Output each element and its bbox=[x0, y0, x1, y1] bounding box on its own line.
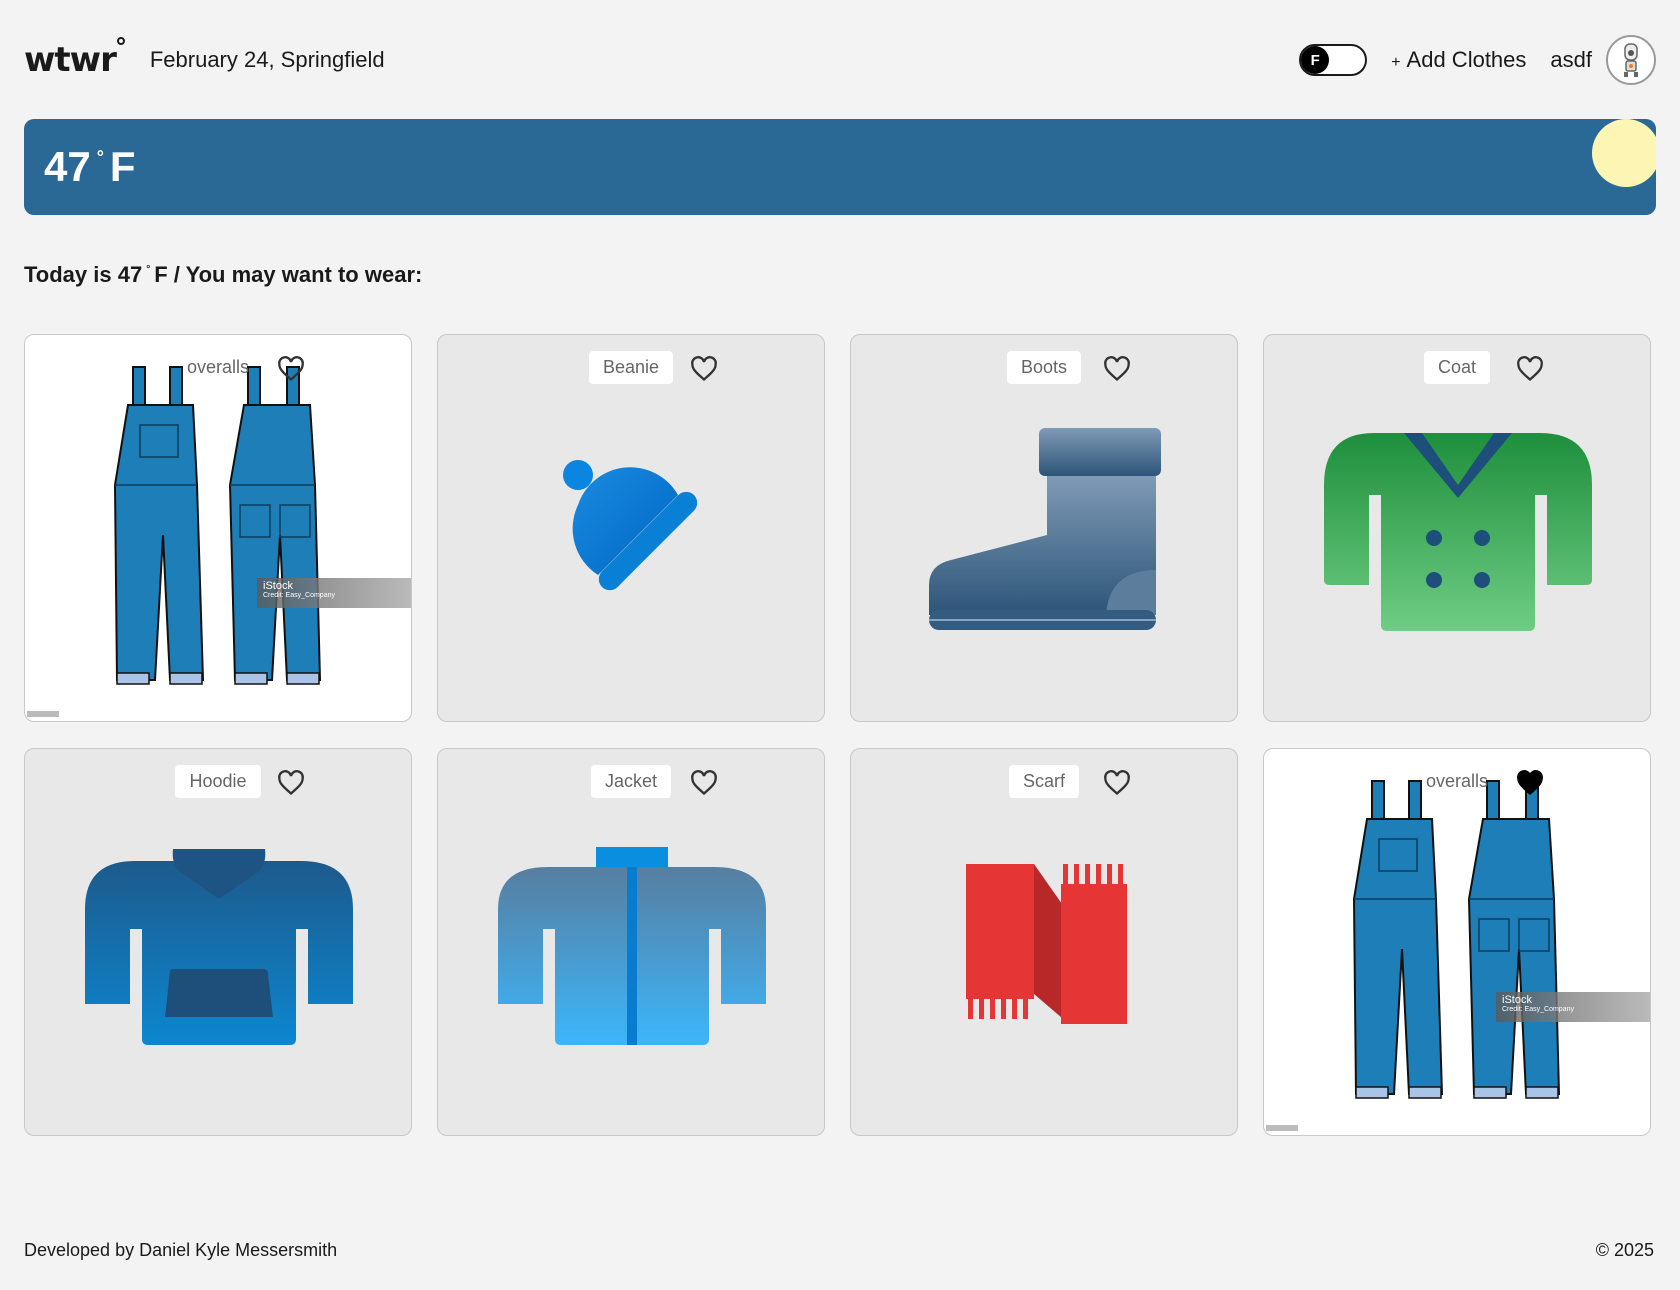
card-label: Hoodie bbox=[175, 765, 261, 798]
add-clothes-button[interactable]: + Add Clothes bbox=[1391, 47, 1526, 73]
recommendation-title: Today is 47 ° F / You may want to wear: bbox=[24, 262, 422, 288]
username[interactable]: asdf bbox=[1550, 47, 1592, 73]
card-label: overalls bbox=[1425, 771, 1489, 791]
clothing-card[interactable]: iStock Credit: Easy_Company overalls bbox=[1263, 748, 1651, 1136]
card-label-row: Coat bbox=[1264, 351, 1650, 384]
heart-icon[interactable] bbox=[1516, 355, 1544, 383]
coat-icon bbox=[1324, 433, 1592, 631]
card-label-row: Boots bbox=[851, 351, 1237, 384]
footer-copyright: © 2025 bbox=[1595, 1240, 1654, 1260]
card-label-row: Beanie bbox=[438, 351, 824, 384]
card-label: Coat bbox=[1423, 351, 1491, 384]
sun-icon bbox=[1592, 119, 1656, 187]
card-label: Jacket bbox=[590, 765, 672, 798]
temp-unit: F bbox=[109, 143, 136, 190]
logo-text: wtwr bbox=[24, 40, 117, 80]
logo[interactable]: wtwr bbox=[24, 37, 125, 80]
scarf-icon bbox=[966, 864, 1127, 1024]
avatar[interactable] bbox=[1606, 35, 1656, 85]
weather-card: 47 ° F bbox=[24, 119, 1656, 215]
temp-value: 47 bbox=[44, 143, 91, 190]
card-label-row: Scarf bbox=[851, 765, 1237, 798]
card-label: Beanie bbox=[588, 351, 674, 384]
rec-prefix: Today is 47 bbox=[24, 262, 143, 287]
rec-degree: ° bbox=[146, 264, 151, 275]
jacket-icon bbox=[498, 847, 766, 1045]
clothing-card[interactable]: Scarf bbox=[850, 748, 1238, 1136]
clothing-card[interactable]: Coat bbox=[1263, 334, 1651, 722]
footer: Developed by Daniel Kyle Messersmith © 2… bbox=[24, 1240, 1654, 1261]
stock-watermark: iStock Credit: Easy_Company bbox=[257, 578, 411, 608]
card-label-row: overalls bbox=[1264, 765, 1650, 798]
heart-filled-icon[interactable] bbox=[1516, 769, 1544, 797]
card-label-row: Hoodie bbox=[25, 765, 411, 798]
header: wtwr February 24, Springfield F + Add Clo… bbox=[24, 35, 1656, 85]
clothing-card[interactable]: Jacket bbox=[437, 748, 825, 1136]
beanie-icon bbox=[563, 460, 698, 591]
card-label: Boots bbox=[1006, 351, 1082, 384]
watermark-brand: iStock bbox=[263, 580, 293, 592]
heart-icon[interactable] bbox=[277, 355, 305, 383]
overalls-image bbox=[1352, 780, 1561, 1099]
footer-credit: Developed by Daniel Kyle Messersmith bbox=[24, 1240, 338, 1260]
watermark-credit: Credit: Easy_Company bbox=[263, 592, 335, 600]
plus-icon: + bbox=[1391, 54, 1401, 71]
clothing-card[interactable]: Beanie bbox=[437, 334, 825, 722]
clothing-card[interactable]: Boots bbox=[850, 334, 1238, 722]
clothing-card[interactable]: iStock Credit: Easy_Company overalls bbox=[24, 334, 412, 722]
heart-icon[interactable] bbox=[690, 355, 718, 383]
clothing-card[interactable]: Hoodie bbox=[24, 748, 412, 1136]
add-clothes-label: Add Clothes bbox=[1406, 47, 1527, 72]
watermark-credit: Credit: Easy_Company bbox=[1502, 1006, 1574, 1014]
boot-icon bbox=[929, 428, 1161, 630]
heart-icon[interactable] bbox=[1103, 769, 1131, 797]
card-label: overalls bbox=[186, 357, 250, 377]
temp-degree: ° bbox=[96, 147, 104, 167]
logo-degree-mark bbox=[116, 37, 125, 45]
heart-icon[interactable] bbox=[277, 769, 305, 797]
toggle-knob: F bbox=[1301, 46, 1330, 74]
weather-temperature: 47 ° F bbox=[44, 143, 136, 191]
avatar-robot-icon bbox=[1624, 43, 1638, 77]
card-label-row: overalls bbox=[25, 351, 411, 384]
card-label-row: Jacket bbox=[438, 765, 824, 798]
heart-icon[interactable] bbox=[1103, 355, 1131, 383]
watermark-tag bbox=[27, 711, 59, 717]
overalls-image bbox=[113, 366, 322, 685]
temperature-unit-toggle[interactable]: F bbox=[1299, 44, 1368, 76]
stock-watermark: iStock Credit: Easy_Company bbox=[1496, 992, 1650, 1022]
heart-icon[interactable] bbox=[690, 769, 718, 797]
card-label: Scarf bbox=[1008, 765, 1079, 798]
date-location: February 24, Springfield bbox=[149, 47, 385, 72]
hoodie-icon bbox=[85, 849, 353, 1045]
watermark-tag bbox=[1266, 1125, 1298, 1131]
rec-suffix: F / You may want to wear: bbox=[154, 262, 423, 287]
clothing-grid: iStock Credit: Easy_Company overalls Bea… bbox=[24, 334, 1654, 1136]
watermark-brand: iStock bbox=[1502, 994, 1532, 1006]
